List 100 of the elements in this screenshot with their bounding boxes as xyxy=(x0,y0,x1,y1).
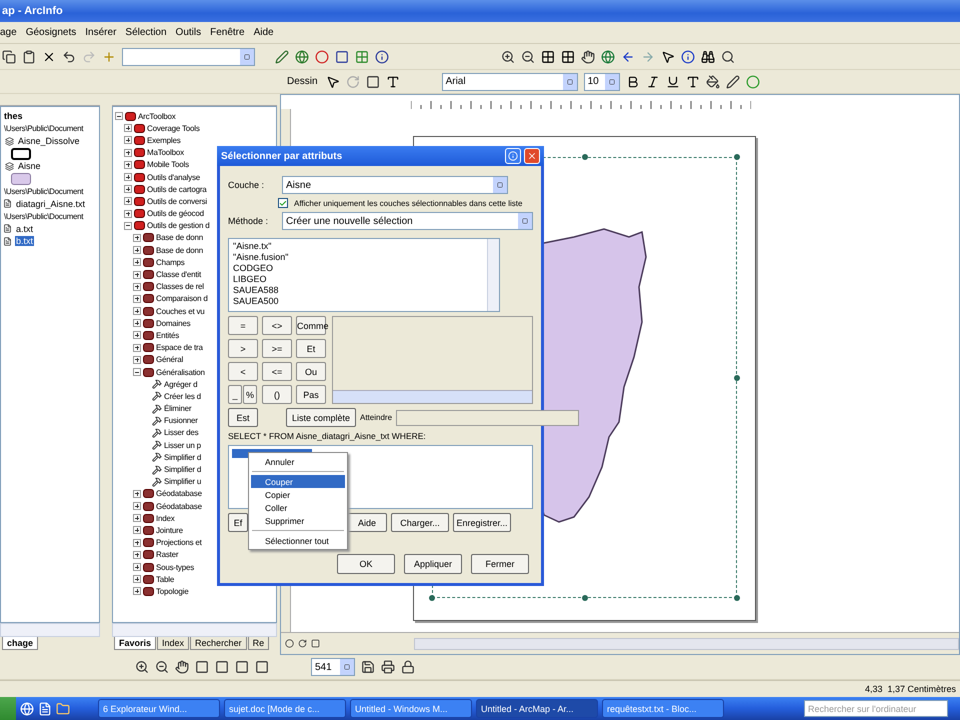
operator-button[interactable]: <> xyxy=(262,316,292,335)
panel-tab[interactable]: Re xyxy=(248,637,270,650)
tree-item[interactable]: Simplifier d xyxy=(164,452,202,462)
pan-icon[interactable] xyxy=(581,50,595,64)
expand-toggle[interactable] xyxy=(133,550,141,559)
panel-tab[interactable]: Index xyxy=(157,637,190,650)
tree-item[interactable]: Outils d'analyse xyxy=(147,172,200,182)
expand-toggle[interactable] xyxy=(124,210,132,218)
field-item[interactable]: CODGEO xyxy=(233,263,274,274)
close-button[interactable] xyxy=(524,148,540,164)
menu-item[interactable]: Copier xyxy=(251,488,345,501)
table-icon[interactable] xyxy=(3,224,12,234)
operator-button[interactable]: Est xyxy=(228,408,258,427)
tree-item[interactable]: Fusionner xyxy=(164,416,198,426)
lock-icon[interactable] xyxy=(401,660,415,674)
tree-item[interactable]: Géodatabase xyxy=(156,502,202,511)
tree-item[interactable]: Créer les d xyxy=(164,392,201,401)
expand-toggle[interactable] xyxy=(133,502,141,510)
expand-toggle[interactable] xyxy=(133,331,141,340)
tree-item[interactable]: Base de donn xyxy=(156,233,203,242)
expand-toggle[interactable] xyxy=(124,173,132,182)
font-size-field[interactable]: 10 xyxy=(584,72,620,90)
paste-icon[interactable] xyxy=(22,50,36,64)
field-item[interactable]: LIBGEO xyxy=(233,274,267,285)
clear-button[interactable]: Ef xyxy=(228,513,248,532)
operator-button[interactable]: Et xyxy=(296,339,326,358)
panel-tab[interactable]: chage xyxy=(2,637,38,650)
expand-toggle[interactable] xyxy=(133,514,141,522)
dialog-button[interactable]: Fermer xyxy=(471,554,529,574)
tree-item[interactable]: Généralisation xyxy=(156,368,205,377)
selection-handle[interactable] xyxy=(582,595,588,601)
text-icon[interactable] xyxy=(386,74,400,88)
operator-button[interactable]: Pas xyxy=(296,385,326,404)
expand-toggle[interactable] xyxy=(133,246,141,254)
expand-toggle[interactable] xyxy=(133,490,141,498)
menu-item[interactable]: Coller xyxy=(251,501,345,514)
tree-item[interactable]: Simplifier d xyxy=(164,465,202,474)
dialog-button[interactable]: Charger... xyxy=(391,513,449,532)
dialog-button[interactable]: Appliquer xyxy=(404,554,462,574)
expand-toggle[interactable] xyxy=(133,319,141,328)
full-list-button[interactable]: Liste complète xyxy=(286,408,356,427)
help-button[interactable] xyxy=(505,148,521,164)
expand-toggle[interactable] xyxy=(133,538,141,547)
expand-toggle[interactable] xyxy=(124,185,132,194)
selection-handle[interactable] xyxy=(582,154,588,160)
tree-item[interactable]: Général xyxy=(156,355,184,364)
taskbar-button[interactable]: Untitled - Windows M... xyxy=(350,699,472,718)
tree-item[interactable]: Classes de rel xyxy=(156,282,204,292)
tree-item[interactable]: Entités xyxy=(156,330,180,340)
expand-toggle[interactable] xyxy=(124,197,132,206)
tree-item[interactable]: Outils de cartogra xyxy=(147,184,207,194)
select-icon[interactable] xyxy=(661,50,675,64)
help-icon[interactable] xyxy=(375,50,389,64)
tree-item[interactable]: Outils de géocod xyxy=(147,209,204,218)
copy-icon[interactable] xyxy=(2,50,16,64)
tree-item[interactable]: Couches et vu xyxy=(156,306,205,316)
menu-item[interactable]: Supprimer xyxy=(251,514,345,527)
selection-handle[interactable] xyxy=(734,595,740,601)
selection-handle[interactable] xyxy=(734,154,740,160)
identify-icon[interactable] xyxy=(681,50,695,64)
field-list[interactable]: "Aisne.tx" "Aisne.fusion" CODGEO LIBGEO SAUEA588 SAUEA500 xyxy=(228,238,500,312)
checkbox[interactable] xyxy=(278,198,288,208)
operator-button[interactable]: < xyxy=(228,362,258,381)
back-icon[interactable] xyxy=(621,50,635,64)
drawing-menu[interactable]: Dessin xyxy=(285,76,320,87)
selection-handle[interactable] xyxy=(734,374,740,380)
layer-dropdown[interactable]: Aisne xyxy=(282,176,508,194)
field-item[interactable]: "Aisne.fusion" xyxy=(233,252,288,263)
table-name[interactable]: diatagri_Aisne.txt xyxy=(15,198,86,209)
tree-item[interactable]: MaToolbox xyxy=(147,148,184,158)
tree-item[interactable]: Mobile Tools xyxy=(147,160,189,170)
select-elements-icon[interactable] xyxy=(326,74,340,88)
expand-toggle[interactable] xyxy=(133,344,141,352)
find-icon[interactable] xyxy=(701,50,715,64)
expand-toggle[interactable] xyxy=(133,282,141,291)
undo-icon[interactable] xyxy=(62,50,76,64)
zoom-out-icon[interactable] xyxy=(521,50,535,64)
layer-icon[interactable] xyxy=(5,136,14,146)
pan-icon[interactable] xyxy=(175,660,189,674)
expand-toggle[interactable] xyxy=(133,587,141,596)
tree-item[interactable]: Topologie xyxy=(156,586,188,596)
layer-symbol[interactable] xyxy=(11,148,31,160)
tree-item[interactable]: ArcToolbox xyxy=(138,112,176,121)
dialog-button[interactable]: Enregistrer... xyxy=(453,513,511,532)
zoom-percent-field[interactable]: 541 xyxy=(311,658,355,676)
expand-toggle[interactable] xyxy=(133,368,141,376)
table-icon[interactable] xyxy=(3,236,12,246)
table-name[interactable]: a.txt xyxy=(15,224,34,234)
tree-item[interactable]: Outils de conversi xyxy=(147,196,207,206)
tree-item[interactable]: Base de donn xyxy=(156,246,203,255)
tree-item[interactable]: Agréger d xyxy=(164,380,198,389)
expand-toggle[interactable] xyxy=(133,356,141,364)
start-button[interactable] xyxy=(0,697,16,720)
folder-icon[interactable] xyxy=(56,702,70,716)
dialog-button[interactable]: OK xyxy=(337,554,395,574)
folder-path[interactable]: \Users\Public\Document xyxy=(3,186,84,196)
zoom-out-icon[interactable] xyxy=(155,660,169,674)
layer-name[interactable]: Aisne_Dissolve xyxy=(17,136,81,146)
selection-handle[interactable] xyxy=(429,595,435,601)
folder-path[interactable]: \Users\Public\Document xyxy=(3,212,84,221)
